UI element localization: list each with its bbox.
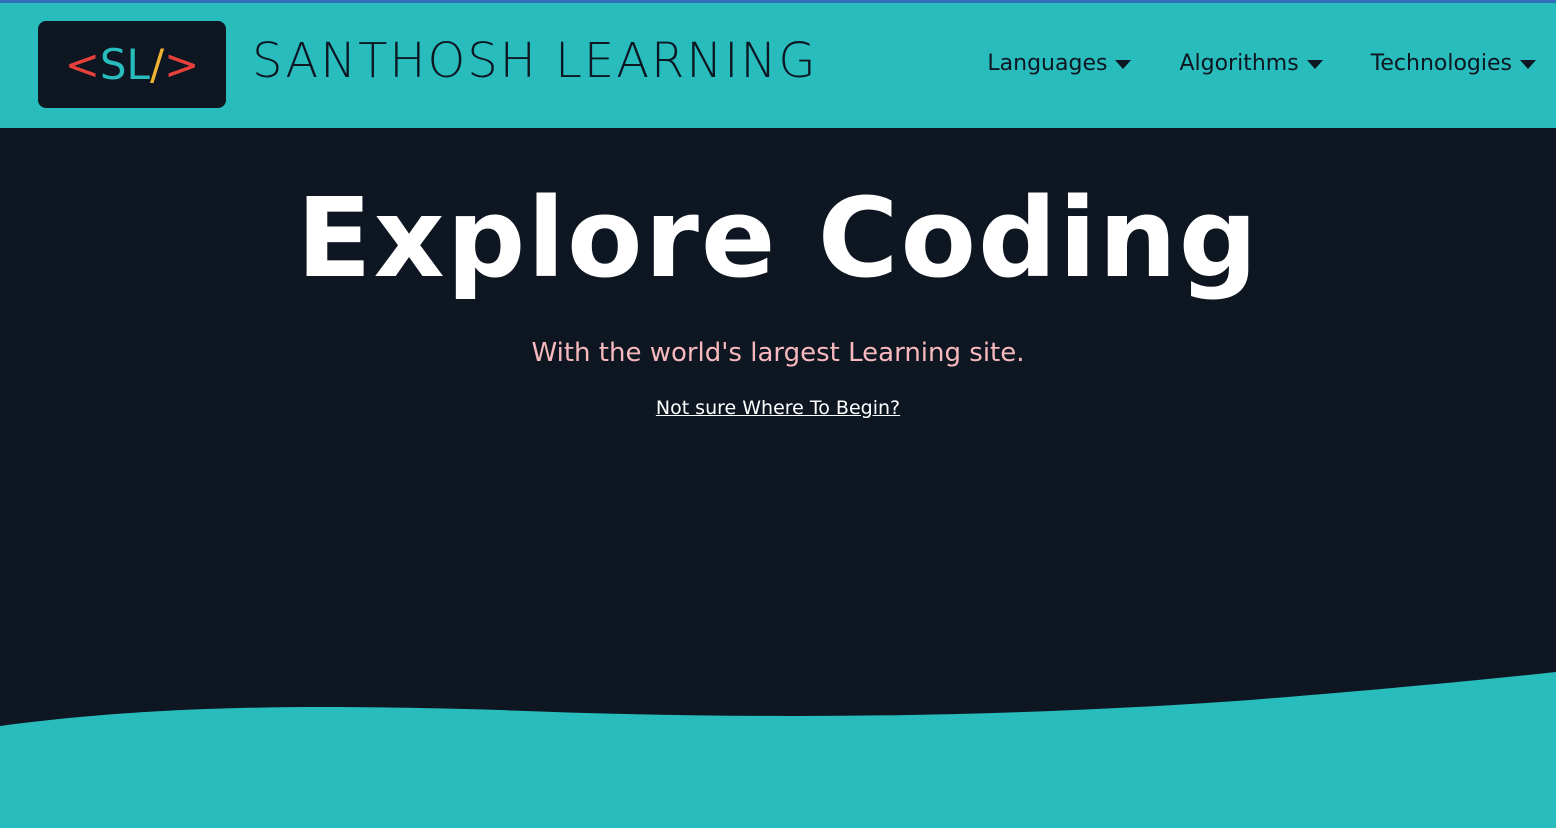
caret-down-icon <box>1115 60 1132 69</box>
logo-letters: SL <box>99 40 150 89</box>
brand-name[interactable]: SANTHOSH LEARNING <box>252 33 818 89</box>
site-logo[interactable]: < SL / > <box>38 21 226 108</box>
nav-item-label: Algorithms <box>1179 51 1299 76</box>
wave-divider <box>0 672 1556 828</box>
hero-subtitle: With the world's largest Learning site. <box>531 338 1025 368</box>
nav-item-label: Technologies <box>1370 51 1512 76</box>
nav-item-languages[interactable]: Languages <box>987 51 1132 76</box>
hero-title: Explore Coding <box>296 174 1260 302</box>
nav-item-label: Languages <box>987 51 1108 76</box>
caret-down-icon <box>1520 60 1536 69</box>
logo-slash: / <box>149 40 165 89</box>
caret-down-icon <box>1306 60 1323 69</box>
logo-open-bracket: < <box>64 40 100 89</box>
logo-close-bracket: > <box>164 40 200 89</box>
site-header: < SL / > SANTHOSH LEARNING Languages Algori… <box>0 3 1556 128</box>
where-to-begin-link[interactable]: Not sure Where To Begin? <box>656 397 900 419</box>
main-nav: Languages Algorithms Technologies <box>987 51 1536 76</box>
nav-item-algorithms[interactable]: Algorithms <box>1179 51 1323 76</box>
nav-item-technologies[interactable]: Technologies <box>1371 51 1536 76</box>
hero-link-container: Not sure Where To Begin? <box>0 397 1556 419</box>
